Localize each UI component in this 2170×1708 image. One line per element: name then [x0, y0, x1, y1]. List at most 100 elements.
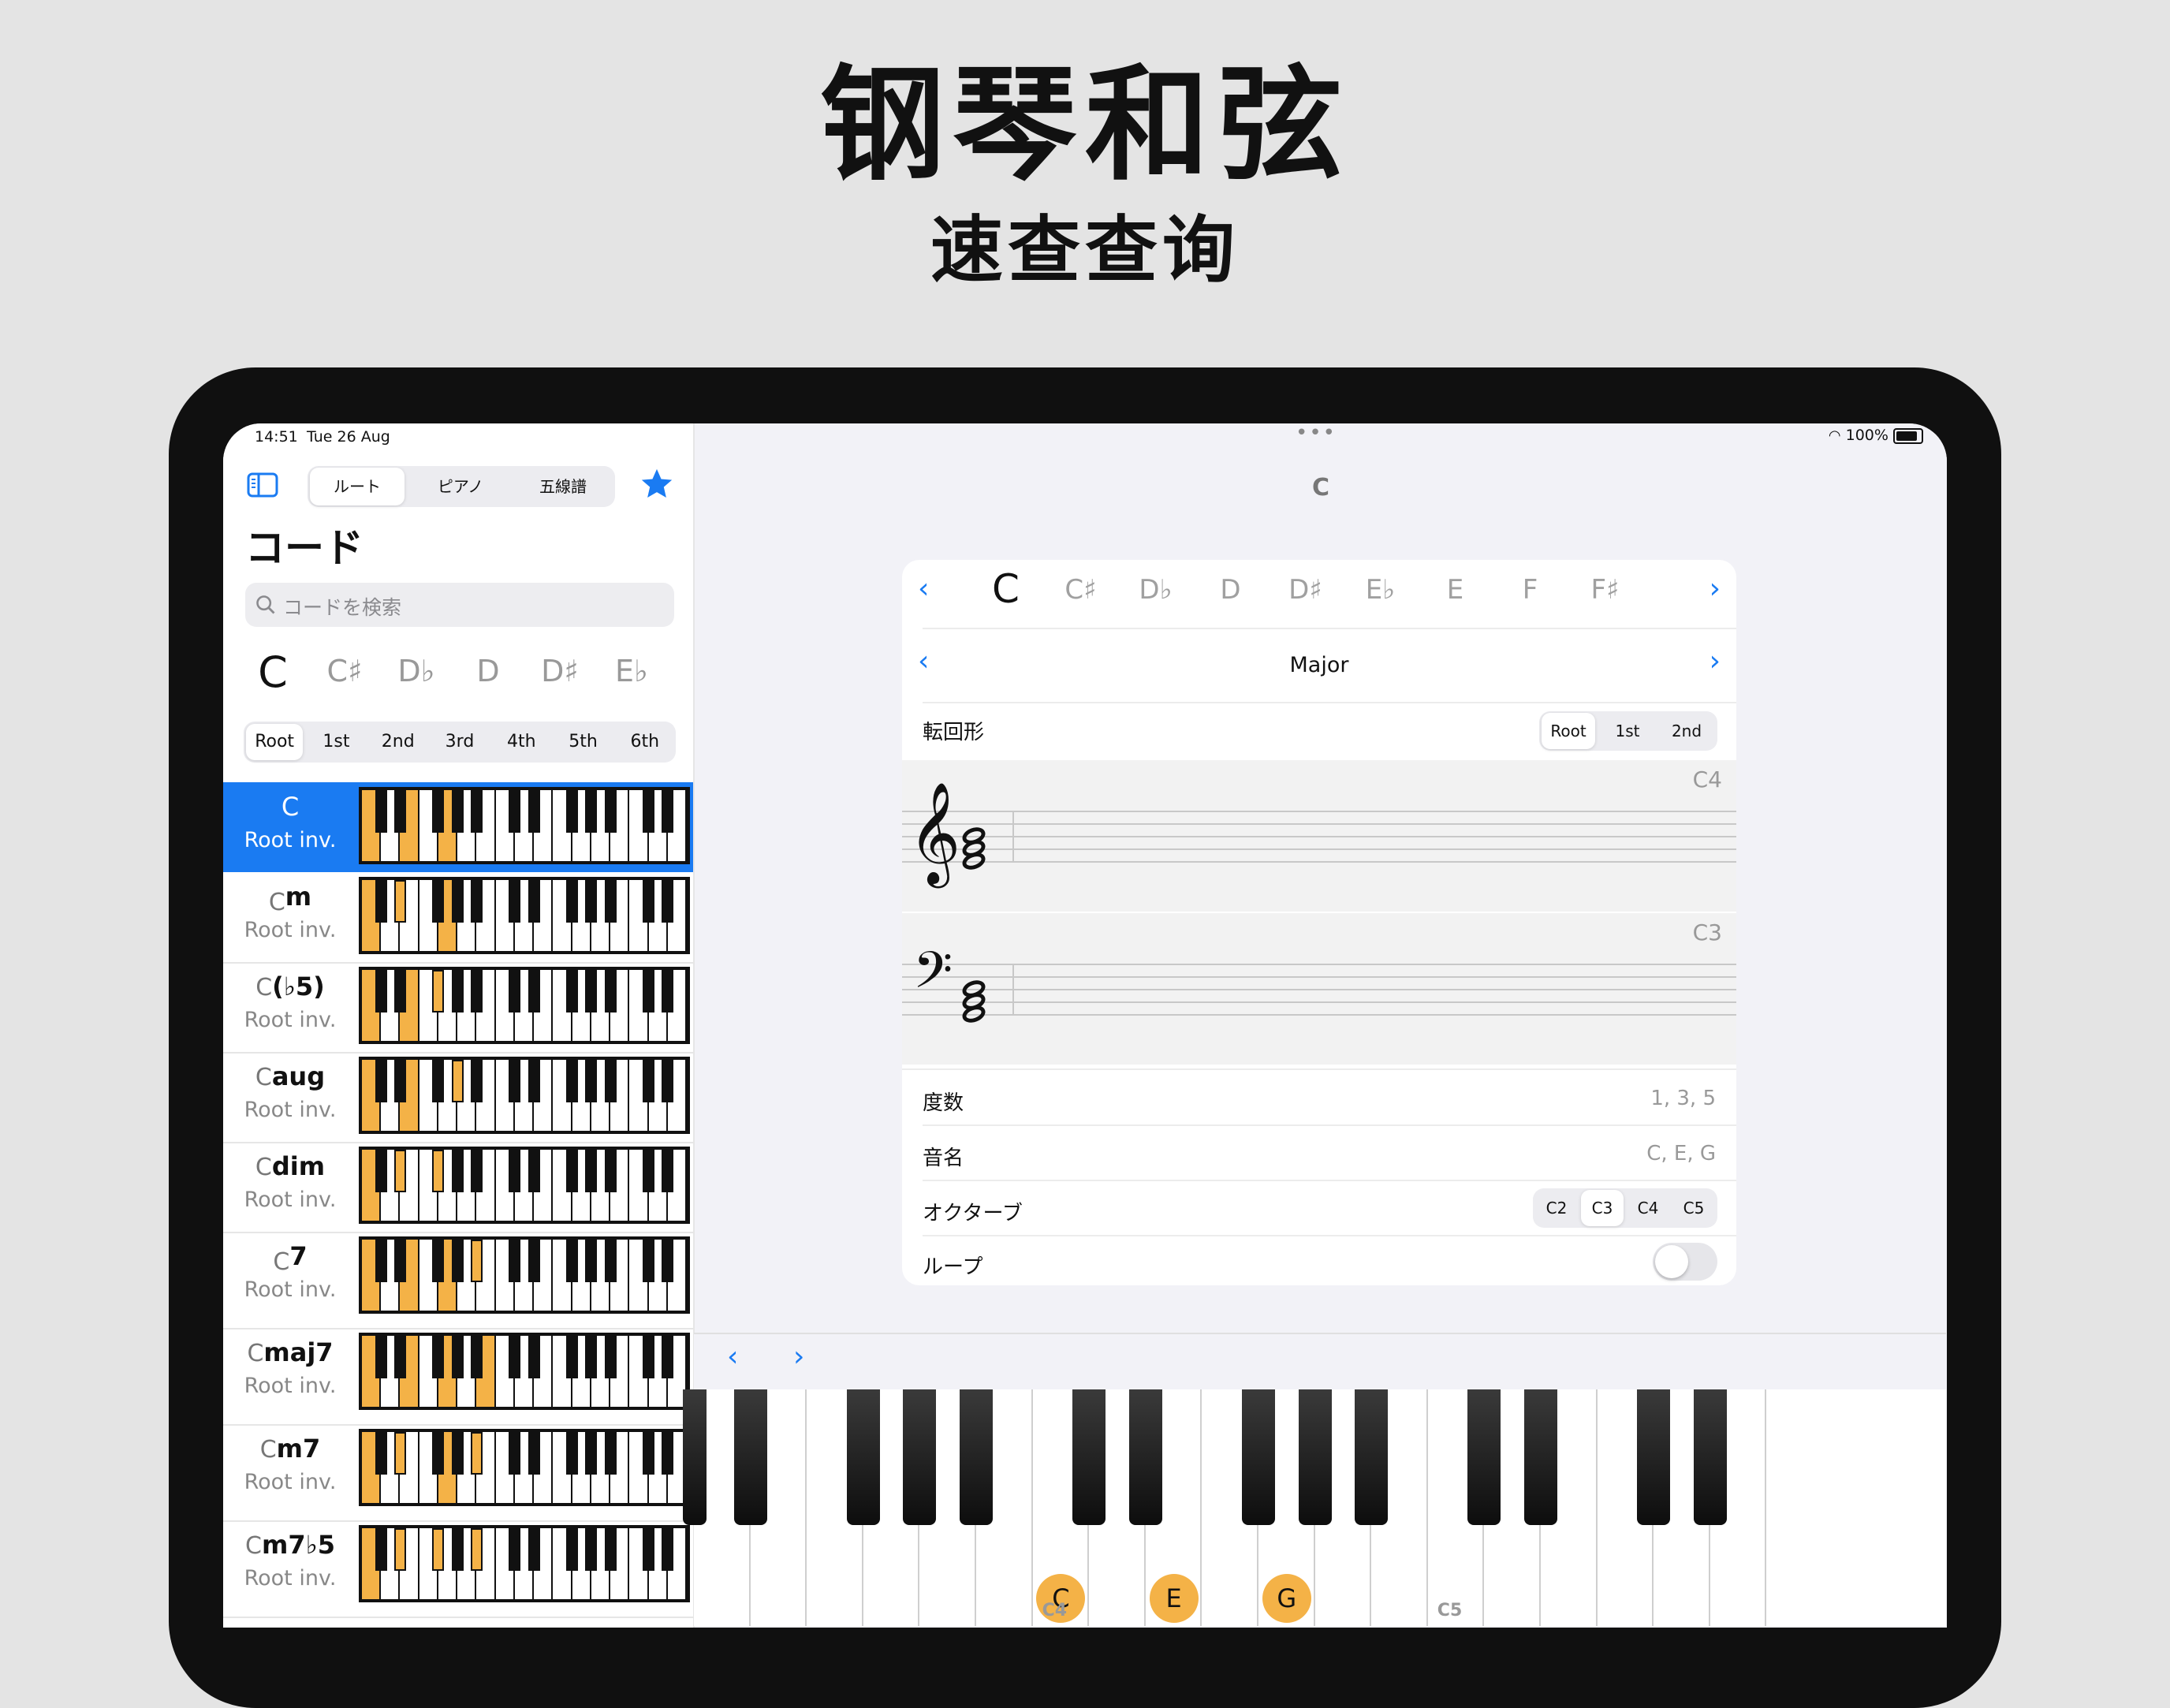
note-nav-item[interactable]: C♯	[1043, 574, 1118, 606]
inversion-segmented-control: Root 1st 2nd 3rd 4th 5th 6th	[244, 722, 676, 763]
mode-tab-piano[interactable]: ピアノ	[412, 468, 509, 505]
chord-row[interactable]: Caug Root inv.	[223, 1052, 693, 1143]
detail-inversion-2nd[interactable]: 2nd	[1659, 713, 1714, 749]
mode-tab-root[interactable]: ルート	[310, 468, 405, 505]
mini-black-key	[604, 1336, 617, 1378]
detail-inversion-1st[interactable]: 1st	[1601, 713, 1654, 749]
chord-root: C	[255, 974, 273, 1001]
chord-row[interactable]: C(♭5) Root inv.	[223, 962, 693, 1054]
chord-inversion-label: Root inv.	[244, 918, 337, 942]
octave-option[interactable]: C3	[1581, 1190, 1624, 1226]
inversion-tab[interactable]: 4th	[493, 724, 550, 760]
root-note-tab[interactable]: E♭	[596, 654, 667, 688]
octave-option[interactable]: C4	[1627, 1190, 1669, 1226]
bass-clef-icon: 𝄢	[913, 942, 953, 1012]
loop-toggle[interactable]	[1653, 1243, 1717, 1281]
black-key[interactable]	[846, 1389, 880, 1525]
octave-option[interactable]: C2	[1535, 1190, 1578, 1226]
black-key[interactable]	[1072, 1389, 1106, 1525]
next-quality-chevron-icon[interactable]: ›	[1710, 645, 1721, 677]
inversion-tab[interactable]: 2nd	[370, 724, 427, 760]
root-note-tab[interactable]: D♯	[524, 654, 595, 688]
search-field[interactable]: コードを検索	[245, 583, 674, 627]
chord-row[interactable]: C7 Root inv.	[223, 1232, 693, 1329]
detail-inversion-root[interactable]: Root	[1542, 713, 1595, 749]
mini-black-key	[585, 1336, 598, 1378]
mini-black-key	[643, 1060, 655, 1102]
mode-tab-staff[interactable]: 五線譜	[514, 468, 612, 505]
mini-keyboard	[359, 1333, 690, 1410]
mini-black-key	[470, 1060, 483, 1102]
note-name-label: 音名	[923, 1147, 964, 1170]
black-key[interactable]	[1467, 1389, 1501, 1525]
inversion-tab[interactable]: Root	[246, 724, 304, 760]
black-key[interactable]	[1298, 1389, 1332, 1525]
root-note-tab[interactable]: D♭	[381, 654, 452, 688]
prev-note-chevron-icon[interactable]: ‹	[918, 572, 929, 605]
mini-black-key	[528, 1240, 540, 1282]
multitask-dots-icon[interactable]: •••	[1296, 423, 1335, 443]
root-note-tab[interactable]: D	[453, 654, 524, 688]
chord-row[interactable]: Cm7♭5 Root inv.	[223, 1520, 693, 1618]
chord-row[interactable]: Cm Root inv.	[223, 872, 693, 964]
mini-black-key	[451, 790, 464, 833]
mini-black-key	[470, 1336, 483, 1378]
mini-black-key	[643, 970, 655, 1012]
mini-black-key	[432, 1528, 445, 1571]
inversion-tab[interactable]: 1st	[308, 724, 364, 760]
note-nav-item[interactable]: E♭	[1343, 574, 1418, 606]
mini-black-key	[662, 1150, 674, 1192]
black-key[interactable]	[1693, 1389, 1727, 1525]
chord-inversion-label: Root inv.	[244, 1277, 337, 1302]
next-note-chevron-icon[interactable]: ›	[1710, 572, 1721, 605]
black-key[interactable]	[903, 1389, 937, 1525]
inversion-tab[interactable]: 3rd	[431, 724, 488, 760]
chord-row[interactable]: Cm7 Root inv.	[223, 1424, 693, 1522]
mini-black-key	[662, 1432, 674, 1475]
note-nav-item[interactable]: D♯	[1268, 574, 1343, 606]
inversion-tab[interactable]: 5th	[554, 724, 611, 760]
chord-quality: m7	[276, 1434, 321, 1464]
black-key[interactable]	[1355, 1389, 1389, 1525]
octave-option[interactable]: C5	[1672, 1190, 1715, 1226]
black-key[interactable]	[960, 1389, 993, 1525]
root-note-tab[interactable]: C	[237, 647, 308, 697]
note-nav-item[interactable]: C	[968, 566, 1043, 612]
bass-octave-label: C3	[1692, 919, 1722, 945]
black-key[interactable]	[733, 1389, 767, 1525]
note-nav-item[interactable]: D	[1193, 574, 1268, 606]
mini-black-key	[509, 1336, 521, 1378]
loop-label: ループ	[923, 1255, 983, 1279]
chord-row[interactable]: Cmaj7 Root inv.	[223, 1328, 693, 1426]
black-key[interactable]	[683, 1389, 707, 1525]
mini-black-key	[509, 970, 521, 1012]
mini-black-key	[566, 1060, 579, 1102]
mini-black-key	[509, 1150, 521, 1192]
mini-black-key	[375, 790, 387, 833]
mini-black-key	[393, 1336, 406, 1378]
black-key[interactable]	[1242, 1389, 1275, 1525]
mini-black-key	[566, 1528, 579, 1571]
black-key[interactable]	[1128, 1389, 1162, 1525]
chord-quality: dim	[271, 1151, 326, 1181]
note-nav-item[interactable]: E	[1418, 574, 1493, 606]
black-key[interactable]	[1637, 1389, 1671, 1525]
chord-row[interactable]: Cdim Root inv.	[223, 1142, 693, 1233]
sidebar-toggle-icon[interactable]	[247, 472, 278, 498]
mini-black-key	[528, 1432, 540, 1475]
note-nav-item[interactable]: D♭	[1118, 574, 1193, 606]
inversion-tab[interactable]: 6th	[617, 724, 673, 760]
favorites-star-icon[interactable]	[639, 466, 677, 504]
piano-keyboard[interactable]: C E G C4 C5	[683, 1389, 1946, 1626]
chord-row[interactable]: C Root inv.	[223, 782, 693, 872]
note-nav-item[interactable]: F♯	[1568, 574, 1642, 606]
note-nav-item[interactable]: F	[1493, 574, 1568, 606]
mini-black-key	[528, 1060, 540, 1102]
root-note-tab[interactable]: C♯	[309, 654, 380, 688]
wifi-icon: ◠	[1828, 427, 1841, 444]
black-key[interactable]	[1524, 1389, 1557, 1525]
piano-prev-chevron-icon[interactable]: ‹	[727, 1341, 738, 1373]
mini-black-key	[662, 1060, 674, 1102]
mini-black-key	[393, 1060, 406, 1102]
piano-next-chevron-icon[interactable]: ›	[793, 1341, 804, 1373]
